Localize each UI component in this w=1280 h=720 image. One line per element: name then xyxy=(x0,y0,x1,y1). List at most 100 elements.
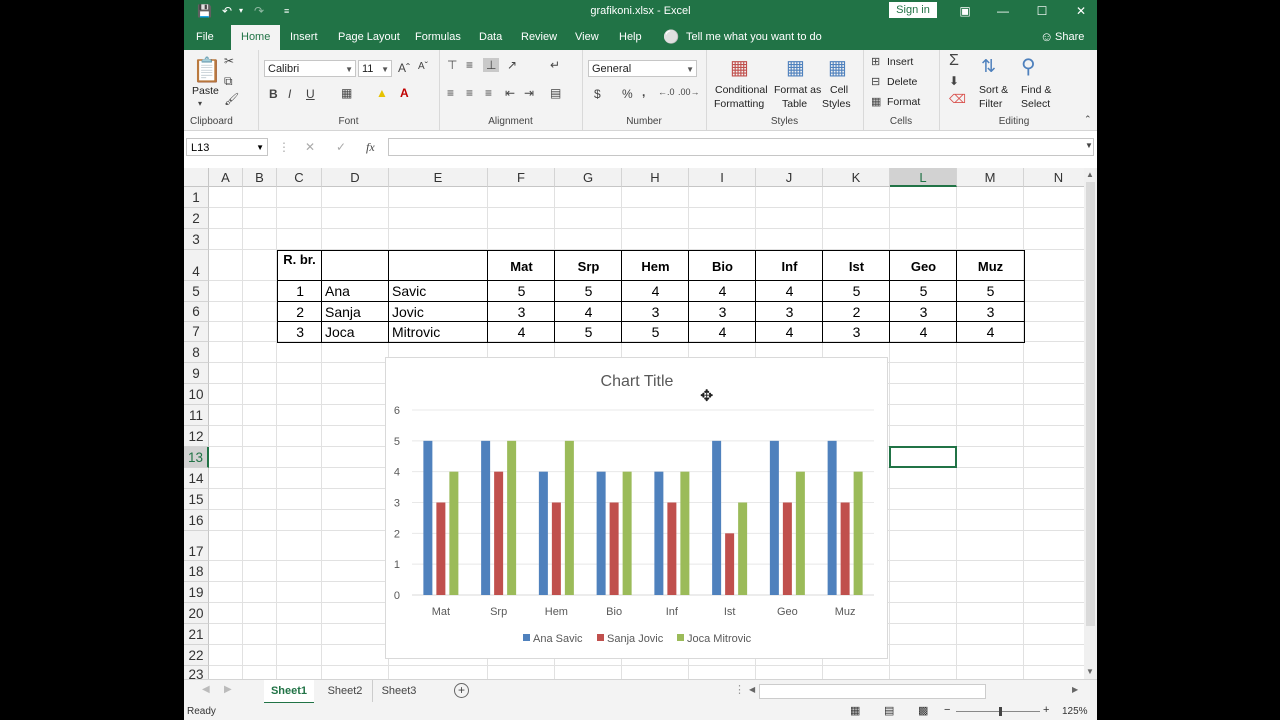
column-header-l[interactable]: L xyxy=(890,168,957,187)
horizontal-scroll-thumb[interactable] xyxy=(759,684,986,699)
autosum-icon[interactable]: Σ xyxy=(949,52,959,70)
page-layout-view-icon[interactable]: ▤ xyxy=(884,704,894,717)
cell-grade[interactable]: 5 xyxy=(957,281,1024,302)
cell-first-name[interactable]: Joca xyxy=(322,322,389,342)
subject-header[interactable]: Muz xyxy=(957,250,1024,281)
copy-icon[interactable]: ⧉ xyxy=(224,74,233,89)
row-header-5[interactable]: 5 xyxy=(184,281,209,302)
bottom-align-icon[interactable]: ⊥ xyxy=(483,58,500,72)
cell-grade[interactable]: 4 xyxy=(689,322,756,342)
cell-last-name[interactable]: Mitrovic xyxy=(389,322,488,342)
row-header-11[interactable]: 11 xyxy=(184,405,209,426)
cell-grade[interactable]: 3 xyxy=(823,322,890,342)
cell-grade[interactable]: 4 xyxy=(488,322,555,342)
selected-cell[interactable] xyxy=(889,446,957,468)
sort-filter-icon[interactable]: ⇅ xyxy=(981,56,996,77)
subject-header[interactable]: Inf xyxy=(756,250,823,281)
cell-last-name[interactable]: Savic xyxy=(389,281,488,302)
zoom-slider-handle[interactable] xyxy=(999,707,1002,716)
page-break-view-icon[interactable]: ▩ xyxy=(918,704,928,717)
subject-header[interactable]: Hem xyxy=(622,250,689,281)
scroll-left-icon[interactable]: ◀ xyxy=(749,685,755,694)
column-header-j[interactable]: J xyxy=(756,168,823,187)
normal-view-icon[interactable]: ▦ xyxy=(850,704,860,717)
sheet-tab-sheet2[interactable]: Sheet2 xyxy=(318,680,373,702)
cell-styles-icon[interactable]: ▦ xyxy=(828,55,847,80)
row-header-4[interactable]: 4 xyxy=(184,250,209,281)
tab-insert[interactable]: Insert xyxy=(290,22,318,50)
column-header-n[interactable]: N xyxy=(1024,168,1084,187)
cell-rb[interactable]: 2 xyxy=(277,302,322,322)
maximize-icon[interactable]: ☐ xyxy=(1023,0,1061,22)
cancel-icon[interactable]: ✕ xyxy=(305,140,315,154)
decrease-font-icon[interactable]: Aˇ xyxy=(418,61,428,72)
column-header-c[interactable]: C xyxy=(277,168,322,187)
delete-cells-button[interactable]: Delete xyxy=(887,76,917,88)
cell-grade[interactable]: 5 xyxy=(890,281,957,302)
sort-filter-button[interactable]: Sort & xyxy=(979,84,1008,96)
cell-first-name[interactable]: Sanja xyxy=(322,302,389,322)
percent-button[interactable]: % xyxy=(622,87,633,101)
column-header-a[interactable]: A xyxy=(209,168,243,187)
italic-button[interactable]: I xyxy=(288,87,291,101)
format-cells-button[interactable]: Format xyxy=(887,96,920,108)
currency-button[interactable]: $ xyxy=(594,87,601,101)
row-header-1[interactable]: 1 xyxy=(184,187,209,208)
row-header-3[interactable]: 3 xyxy=(184,229,209,250)
tab-file[interactable]: File xyxy=(196,22,214,50)
row-header-23[interactable]: 23 xyxy=(184,666,209,679)
sheet-tab-sheet1[interactable]: Sheet1 xyxy=(264,680,314,704)
row-header-12[interactable]: 12 xyxy=(184,426,209,447)
fill-color-icon[interactable]: ▲ xyxy=(376,86,388,100)
zoom-level[interactable]: 125% xyxy=(1062,706,1088,717)
scroll-thumb[interactable] xyxy=(1086,182,1095,626)
cell-styles-button[interactable]: Cell xyxy=(830,84,848,96)
row-header-17[interactable]: 17 xyxy=(184,531,209,561)
orientation-icon[interactable]: ↗ xyxy=(507,58,517,72)
scroll-down-icon[interactable]: ▼ xyxy=(1086,667,1094,676)
find-select-button[interactable]: Find & xyxy=(1021,84,1051,96)
cell-rb[interactable]: 1 xyxy=(277,281,322,302)
increase-font-icon[interactable]: Aˆ xyxy=(398,61,410,75)
cell-grade[interactable]: 5 xyxy=(555,281,622,302)
header-rb[interactable]: R. br. xyxy=(277,250,322,281)
bold-button[interactable]: B xyxy=(269,87,278,101)
cell-grade[interactable]: 4 xyxy=(622,281,689,302)
row-header-9[interactable]: 9 xyxy=(184,363,209,384)
align-right-icon[interactable]: ≡ xyxy=(485,86,492,100)
format-as-table-button[interactable]: Format as xyxy=(774,84,821,96)
column-header-k[interactable]: K xyxy=(823,168,890,187)
name-box[interactable]: L13 ▼ xyxy=(186,138,268,156)
column-header-d[interactable]: D xyxy=(322,168,389,187)
tab-formulas[interactable]: Formulas xyxy=(415,22,461,50)
decrease-decimal-icon[interactable]: .00→ xyxy=(678,87,700,97)
underline-button[interactable]: U xyxy=(306,87,315,101)
scroll-right-icon[interactable]: ▶ xyxy=(1072,685,1078,694)
enter-icon[interactable]: ✓ xyxy=(336,140,346,154)
borders-icon[interactable]: ▦ xyxy=(341,86,352,100)
wrap-text-icon[interactable]: ↵ xyxy=(550,58,560,72)
paste-icon[interactable]: 📋 xyxy=(192,56,222,85)
cell-grade[interactable]: 3 xyxy=(488,302,555,322)
conditional-formatting-icon[interactable]: ▦ xyxy=(730,55,749,80)
cell-grade[interactable]: 3 xyxy=(890,302,957,322)
row-header-10[interactable]: 10 xyxy=(184,384,209,405)
subject-header[interactable]: Srp xyxy=(555,250,622,281)
row-header-19[interactable]: 19 xyxy=(184,582,209,603)
top-align-icon[interactable]: ⊤ xyxy=(447,58,457,72)
cell-last-name[interactable]: Jovic xyxy=(389,302,488,322)
cell-grade[interactable]: 4 xyxy=(689,281,756,302)
close-icon[interactable]: ✕ xyxy=(1062,0,1097,22)
subject-header[interactable]: Mat xyxy=(488,250,555,281)
middle-align-icon[interactable]: ≡ xyxy=(466,58,473,72)
cell-grade[interactable]: 2 xyxy=(823,302,890,322)
splitter-icon[interactable]: ⋮ xyxy=(734,683,745,696)
column-header-b[interactable]: B xyxy=(243,168,277,187)
row-header-7[interactable]: 7 xyxy=(184,322,209,342)
zoom-slider[interactable] xyxy=(956,711,1040,712)
scroll-up-icon[interactable]: ▲ xyxy=(1086,170,1094,179)
align-left-icon[interactable]: ≡ xyxy=(447,86,454,100)
fill-icon[interactable]: ⬇ xyxy=(949,74,959,88)
align-center-icon[interactable]: ≡ xyxy=(466,86,473,100)
decrease-indent-icon[interactable]: ⇤ xyxy=(505,86,515,100)
